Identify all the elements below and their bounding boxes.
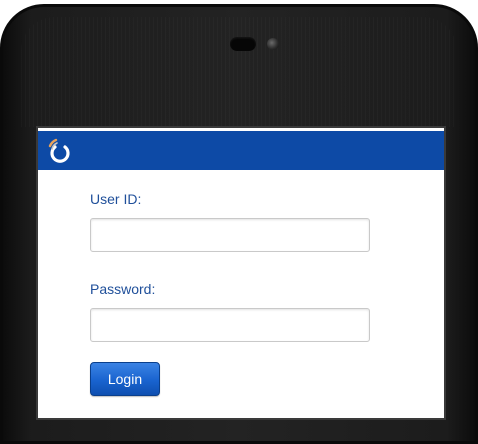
front-camera [267, 38, 279, 50]
app-screen: User ID: Password: Login [38, 128, 444, 418]
app-header-bar [38, 128, 444, 170]
password-label: Password: [90, 281, 156, 297]
earpiece-speaker [230, 37, 256, 51]
phone-bezel [21, 17, 457, 127]
login-button[interactable]: Login [90, 362, 160, 396]
circular-arrow-logo-icon [48, 138, 70, 163]
login-form: User ID: Password: Login [90, 190, 390, 396]
userid-label: User ID: [90, 191, 142, 207]
userid-input[interactable] [90, 218, 370, 252]
password-input[interactable] [90, 308, 370, 342]
